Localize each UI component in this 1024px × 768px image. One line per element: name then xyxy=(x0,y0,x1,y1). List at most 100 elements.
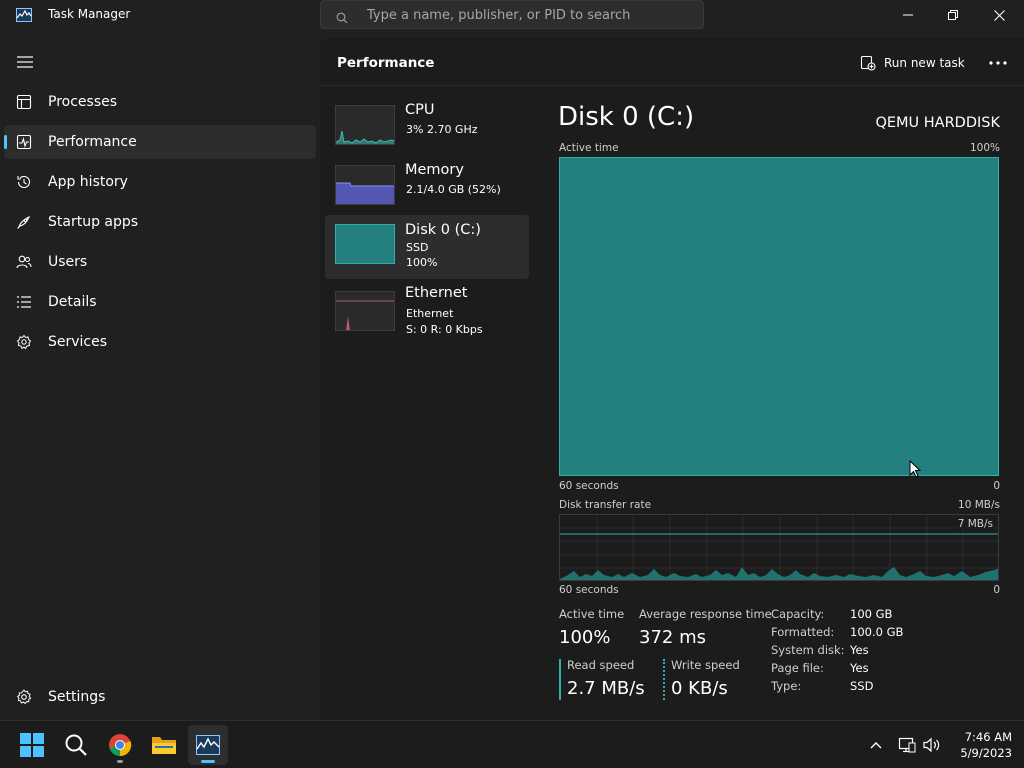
window-title: Task Manager xyxy=(48,7,131,21)
sidebar-item-label: Services xyxy=(48,334,108,350)
running-indicator xyxy=(117,760,123,763)
task-manager-icon xyxy=(196,735,220,755)
device-adapter: Ethernet xyxy=(406,307,454,320)
type-label: Type: xyxy=(771,679,802,693)
file-explorer-taskbar-button[interactable] xyxy=(144,725,184,765)
device-throughput: S: 0 R: 0 Kbps xyxy=(406,323,483,336)
write-speed-bar xyxy=(663,659,665,700)
active-time-value: 100% xyxy=(559,627,611,648)
history-icon xyxy=(16,174,32,190)
task-manager-taskbar-button[interactable] xyxy=(188,725,228,765)
hamburger-menu-button[interactable] xyxy=(16,54,34,68)
show-hidden-icons-button[interactable] xyxy=(866,735,886,755)
transfer-graph-label: Disk transfer rate xyxy=(559,499,652,511)
device-usage: 100% xyxy=(406,256,438,269)
settings-label: Settings xyxy=(48,689,106,705)
sidebar-item-performance[interactable]: Performance xyxy=(4,125,316,159)
device-cpu[interactable]: CPU 3% 2.70 GHz xyxy=(325,95,529,159)
mouse-cursor-icon xyxy=(909,460,921,478)
start-button[interactable] xyxy=(12,725,52,765)
startup-icon xyxy=(16,214,32,230)
chevron-up-icon xyxy=(870,742,882,749)
chrome-taskbar-button[interactable] xyxy=(100,725,140,765)
chrome-icon xyxy=(109,734,132,757)
search-icon xyxy=(336,9,348,24)
volume-button[interactable] xyxy=(922,735,942,755)
taskbar-clock[interactable]: 7:46 AM 5/9/2023 xyxy=(946,729,1012,761)
network-button[interactable] xyxy=(897,735,917,755)
disk-thumbnail-graph xyxy=(335,224,395,264)
device-ethernet[interactable]: Ethernet Ethernet S: 0 R: 0 Kbps xyxy=(325,281,529,345)
hamburger-icon xyxy=(17,56,33,68)
device-usage: 2.1/4.0 GB (52%) xyxy=(406,183,501,196)
write-speed-label: Write speed xyxy=(671,658,740,672)
settings-gear-icon xyxy=(16,689,32,705)
processes-icon xyxy=(16,94,32,110)
clock-time: 7:46 AM xyxy=(964,730,1012,744)
sidebar-item-label: Users xyxy=(48,254,88,270)
close-button[interactable] xyxy=(976,0,1022,30)
start-icon xyxy=(20,733,44,757)
more-options-button[interactable] xyxy=(984,52,1012,74)
transfer-rate-marker: 7 MB/s xyxy=(955,518,995,530)
active-time-graph-min: 0 xyxy=(993,480,1000,492)
system-disk-label: System disk: xyxy=(771,643,845,657)
disk-title: Disk 0 (C:) xyxy=(558,102,695,132)
capacity-label: Capacity: xyxy=(771,607,825,621)
active-time-graph xyxy=(559,157,999,476)
sidebar-item-label: Startup apps xyxy=(48,214,139,230)
device-name: Disk 0 (C:) xyxy=(405,222,481,238)
read-speed-bar xyxy=(559,659,561,700)
sidebar-item-startup-apps[interactable]: Startup apps xyxy=(4,205,316,239)
sidebar-item-settings[interactable]: Settings xyxy=(4,680,316,714)
transfer-rate-graph: 7 MB/s xyxy=(559,514,999,581)
active-time-graph-label: Active time xyxy=(559,142,619,154)
page-header: Performance Run new task xyxy=(320,38,1024,86)
disk-model: QEMU HARDDISK xyxy=(875,115,1000,131)
running-indicator xyxy=(201,760,215,763)
system-disk-value: Yes xyxy=(850,643,869,657)
taskbar-search-button[interactable] xyxy=(56,725,96,765)
sidebar-item-label: Details xyxy=(48,294,97,310)
device-usage: 3% 2.70 GHz xyxy=(406,123,478,136)
sidebar-item-processes[interactable]: Processes xyxy=(4,85,316,119)
response-time-value: 372 ms xyxy=(639,627,706,648)
more-options-icon xyxy=(989,61,1007,65)
type-value: SSD xyxy=(850,679,874,693)
sidebar-item-details[interactable]: Details xyxy=(4,285,316,319)
run-task-icon xyxy=(860,55,876,71)
sidebar-item-services[interactable]: Services xyxy=(4,325,316,359)
active-indicator xyxy=(4,135,7,149)
response-time-label: Average response time xyxy=(639,607,772,621)
device-memory[interactable]: Memory 2.1/4.0 GB (52%) xyxy=(325,155,529,219)
device-name: CPU xyxy=(405,102,435,118)
active-time-graph-span: 60 seconds xyxy=(559,480,619,492)
restore-icon xyxy=(948,10,958,20)
read-speed-label: Read speed xyxy=(567,658,635,672)
minimize-icon xyxy=(903,14,913,16)
page-title: Performance xyxy=(337,55,435,71)
device-disk-0[interactable]: Disk 0 (C:) SSD 100% xyxy=(325,215,529,279)
cpu-thumbnail-graph xyxy=(335,105,395,145)
main-panel: Performance Run new task CPU 3% 2.70 GHz… xyxy=(320,38,1024,720)
transfer-graph-span: 60 seconds xyxy=(559,584,619,596)
sidebar-item-app-history[interactable]: App history xyxy=(4,165,316,199)
sidebar-item-users[interactable]: Users xyxy=(4,245,316,279)
active-time-label: Active time xyxy=(559,607,625,621)
device-name: Ethernet xyxy=(405,285,468,301)
minimize-button[interactable] xyxy=(885,0,931,30)
search-box[interactable] xyxy=(320,0,704,29)
close-icon xyxy=(993,9,1005,21)
write-speed-value: 0 KB/s xyxy=(671,678,728,699)
sidebar-item-label: Performance xyxy=(48,134,137,150)
file-explorer-icon xyxy=(152,737,176,754)
active-time-graph-max: 100% xyxy=(969,142,1000,154)
run-task-label: Run new task xyxy=(884,56,965,70)
sidebar-item-label: App history xyxy=(48,174,128,190)
restore-button[interactable] xyxy=(930,0,976,30)
memory-thumbnail-graph xyxy=(335,165,395,205)
search-input[interactable] xyxy=(367,5,687,25)
device-type: SSD xyxy=(406,241,429,254)
task-manager-app-icon xyxy=(16,7,32,22)
run-new-task-button[interactable]: Run new task xyxy=(860,52,965,74)
